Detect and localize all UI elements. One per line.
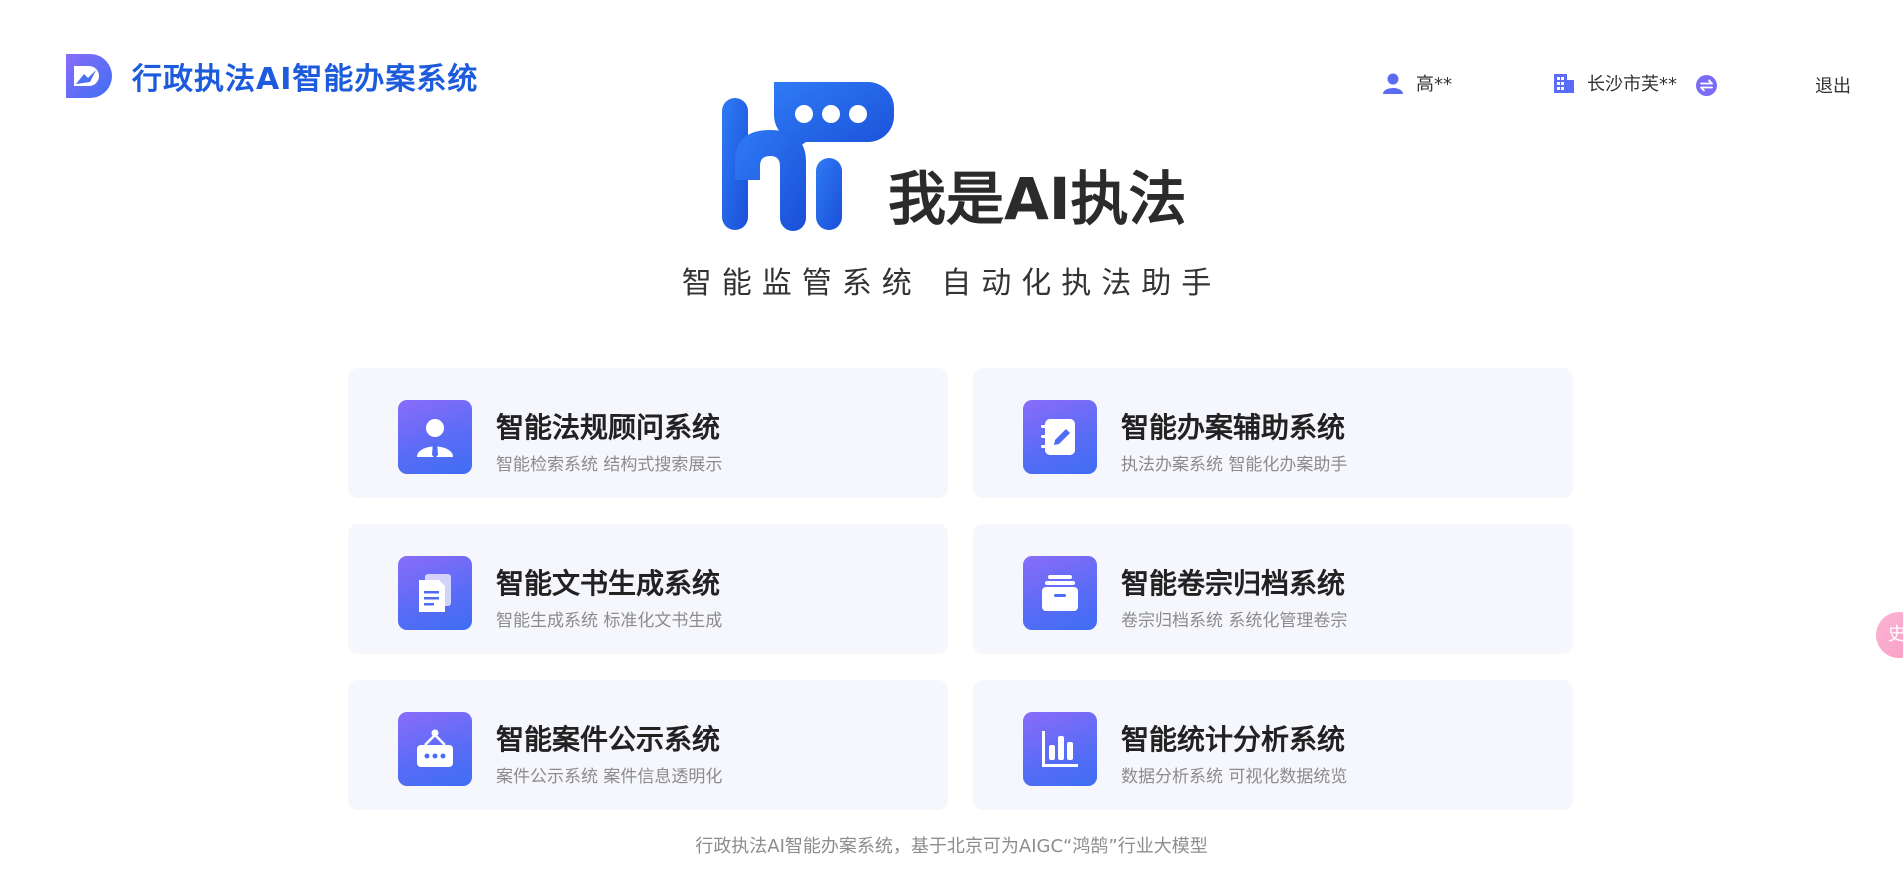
card-title: 智能法规顾问系统 [496,411,721,444]
building-icon [1554,74,1574,93]
card-title: 智能卷宗归档系统 [1121,567,1346,600]
card-desc: 执法办案系统 智能化办案助手 [1121,455,1348,475]
hero-subtitle: 智能监管系统 自动化执法助手 [681,266,1222,301]
user-suit-icon [417,419,453,458]
card-icon-box [398,712,472,786]
card-statistics-analysis[interactable]: 智能统计分析系统 数据分析系统 可视化数据统览 [973,680,1573,810]
org-selector[interactable]: 长沙市芙** [1553,70,1677,96]
card-desc: 数据分析系统 可视化数据统览 [1121,767,1348,787]
card-case-publicity[interactable]: 智能案件公示系统 案件公示系统 案件信息透明化 [348,680,948,810]
floating-button-label: 史 [1888,624,1903,645]
archive-box-icon [1042,575,1078,611]
card-icon-box [398,400,472,474]
hero-title: 我是AI执法 [888,165,1187,233]
hero: 我是AI执法 [718,80,1198,240]
card-title: 智能办案辅助系统 [1121,411,1346,444]
card-desc: 卷宗归档系统 系统化管理卷宗 [1121,611,1348,631]
card-desc: 智能生成系统 标准化文书生成 [496,611,723,631]
notebook-pen-icon [1041,419,1075,455]
logout-button[interactable]: 退出 [1815,72,1851,98]
user-name: 高** [1416,74,1452,95]
page: 行政执法AI智能办案系统 高** 长沙市芙** 退出 我是AI执法 智能监管系统… [0,0,1903,883]
card-case-assistant[interactable]: 智能办案辅助系统 执法办案系统 智能化办案助手 [973,368,1573,498]
card-regulation-advisor[interactable]: 智能法规顾问系统 智能检索系统 结构式搜索展示 [348,368,948,498]
card-title: 智能统计分析系统 [1121,723,1346,756]
notice-board-icon [417,729,453,767]
org-name: 长沙市芙** [1587,74,1677,95]
bar-chart-icon [1042,731,1078,767]
switch-org-icon[interactable] [1696,75,1717,96]
card-title: 智能文书生成系统 [496,567,721,600]
card-desc: 智能检索系统 结构式搜索展示 [496,455,723,475]
card-title: 智能案件公示系统 [496,723,721,756]
floating-assistant-button[interactable]: 史 [1876,612,1903,658]
document-icon [419,574,451,612]
hi-chat-logo-icon [722,82,894,231]
card-desc: 案件公示系统 案件信息透明化 [496,767,723,787]
card-file-archiving[interactable]: 智能卷宗归档系统 卷宗归档系统 系统化管理卷宗 [973,524,1573,654]
user-icon [1383,73,1403,94]
card-icon-box [1023,400,1097,474]
footer-text: 行政执法AI智能办案系统，基于北京可为AIGC“鸿鹄”行业大模型 [695,836,1208,857]
card-icon-box [398,556,472,630]
card-icon-box [1023,556,1097,630]
card-document-generation[interactable]: 智能文书生成系统 智能生成系统 标准化文书生成 [348,524,948,654]
user-menu[interactable]: 高** [1382,70,1452,96]
card-icon-box [1023,712,1097,786]
